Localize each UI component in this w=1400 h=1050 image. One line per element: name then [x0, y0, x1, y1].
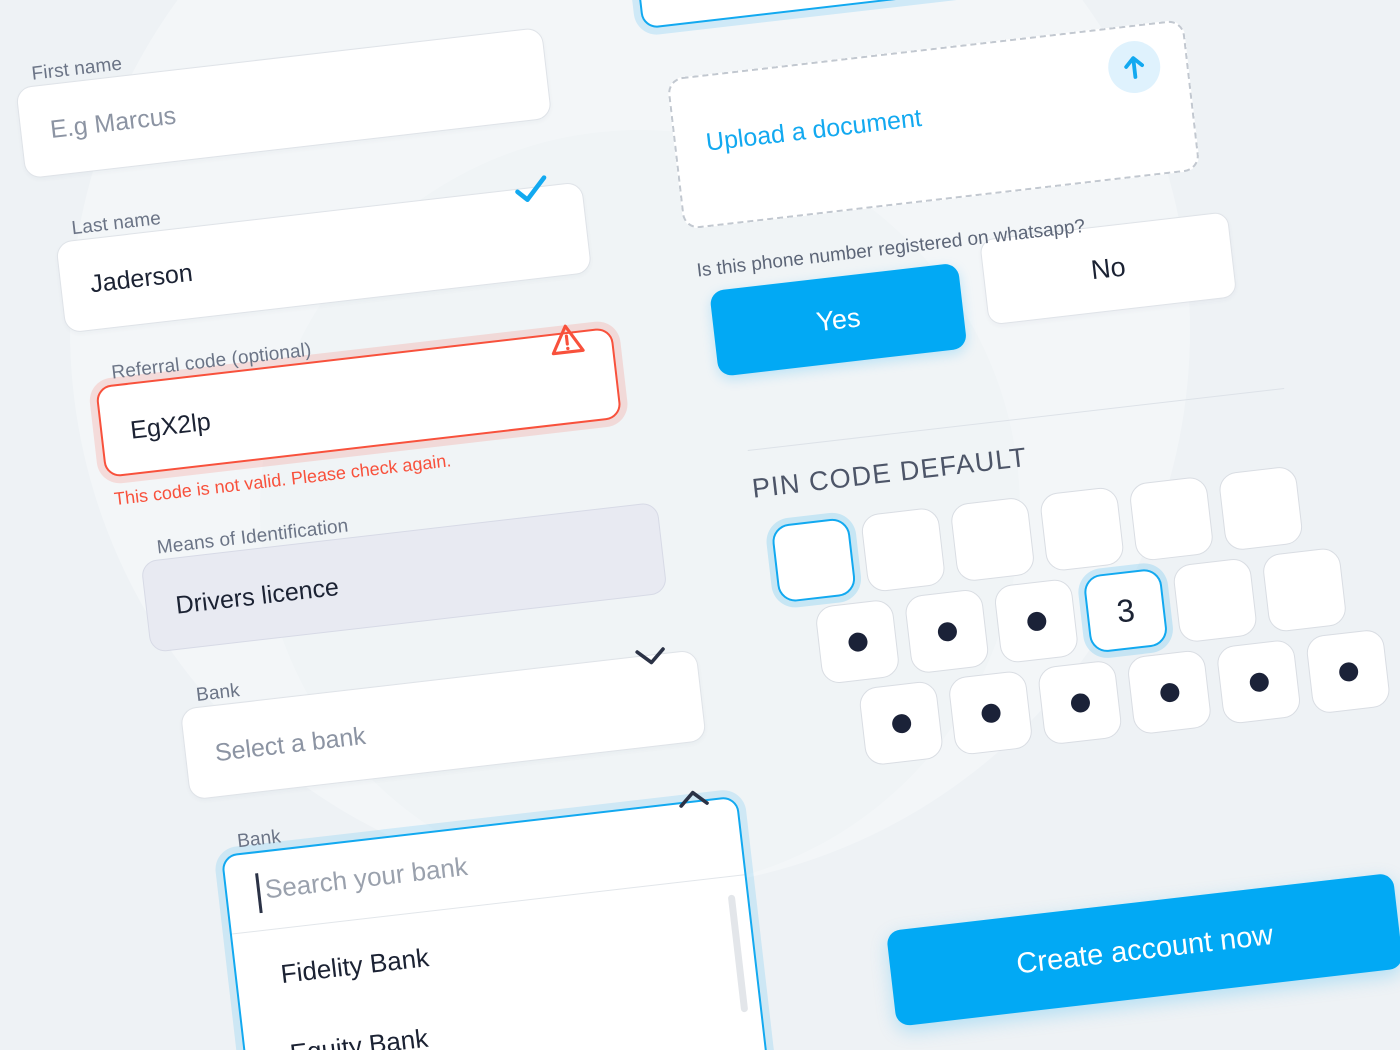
pin-cell[interactable]	[859, 506, 947, 594]
referral-code-input-box[interactable]	[95, 326, 623, 479]
pin-cell[interactable]	[857, 679, 945, 767]
first-name-input-box[interactable]	[15, 26, 553, 180]
bank-dropdown-panel[interactable]: Search your bank Fidelity Bank Equity Ba…	[220, 795, 776, 1050]
chevron-down-icon[interactable]	[634, 645, 669, 674]
pin-cell-dot	[1337, 660, 1359, 683]
list-item[interactable]: Equity Bank	[288, 1023, 429, 1050]
pin-cell-dot	[1069, 691, 1091, 714]
create-account-button[interactable]: Create account now	[885, 872, 1400, 1027]
pin-cell[interactable]	[903, 588, 991, 675]
dropdown-scrollbar[interactable]	[727, 894, 749, 1013]
pin-cell-value: 3	[1114, 591, 1137, 630]
check-icon	[513, 173, 551, 210]
pin-code-section: PIN CODE DEFAULT 3	[747, 383, 1392, 867]
first-name-field[interactable]: First name E.g Marcus	[13, 5, 553, 180]
text-cursor	[255, 873, 263, 914]
pin-cell[interactable]	[1126, 648, 1213, 736]
pin-cell[interactable]	[947, 669, 1034, 757]
pin-cell-dot	[1158, 681, 1180, 703]
pin-cell-dot	[936, 620, 958, 642]
upload-dropzone[interactable]: Upload a document	[666, 19, 1201, 230]
chevron-up-icon[interactable]	[676, 787, 711, 816]
rotated-ui-canvas: First name E.g Marcus Last name Jaderson…	[0, 0, 1400, 1050]
pin-cell[interactable]	[1171, 557, 1259, 644]
pin-cell[interactable]	[1304, 628, 1392, 715]
upload-arrow-icon[interactable]	[1105, 38, 1164, 96]
pin-cell[interactable]	[949, 496, 1036, 583]
pin-divider	[747, 387, 1285, 452]
bank-search-row[interactable]: Search your bank	[223, 797, 745, 935]
pin-cell-dot	[890, 712, 912, 734]
warning-triangle-icon	[547, 320, 587, 363]
means-of-identification-box[interactable]	[140, 501, 668, 653]
pin-cell[interactable]	[814, 598, 901, 685]
bank-search-placeholder: Search your bank	[263, 851, 470, 905]
whatsapp-question-group: Is this phone number registered on whats…	[688, 197, 1259, 391]
pin-cell[interactable]: 3	[1082, 567, 1169, 654]
list-item[interactable]: Fidelity Bank	[279, 942, 430, 990]
whatsapp-yes-button[interactable]: Yes	[709, 262, 968, 377]
pin-cell[interactable]	[770, 516, 858, 604]
email-input-box[interactable]	[631, 0, 1100, 30]
pin-cell-dot	[846, 631, 868, 653]
pin-cell[interactable]	[993, 577, 1080, 665]
pin-cell[interactable]	[1261, 546, 1348, 634]
last-name-field[interactable]: Last name Jaderson	[53, 159, 593, 334]
screen: First name E.g Marcus Last name Jaderson…	[0, 0, 1400, 1050]
pin-cell-dot	[979, 702, 1002, 724]
pin-cell[interactable]	[1217, 465, 1305, 552]
bank-select-box[interactable]	[179, 649, 707, 801]
pin-cell-dot	[1248, 671, 1270, 693]
upload-label: Upload a document	[704, 103, 924, 157]
pin-cell[interactable]	[1215, 638, 1302, 726]
pin-cell[interactable]	[1036, 659, 1124, 746]
pin-cell[interactable]	[1128, 475, 1215, 563]
pin-cell[interactable]	[1038, 485, 1126, 573]
pin-code-title: PIN CODE DEFAULT	[750, 442, 1029, 504]
last-name-input-box[interactable]	[55, 181, 593, 334]
pin-cell-dot	[1025, 610, 1047, 632]
